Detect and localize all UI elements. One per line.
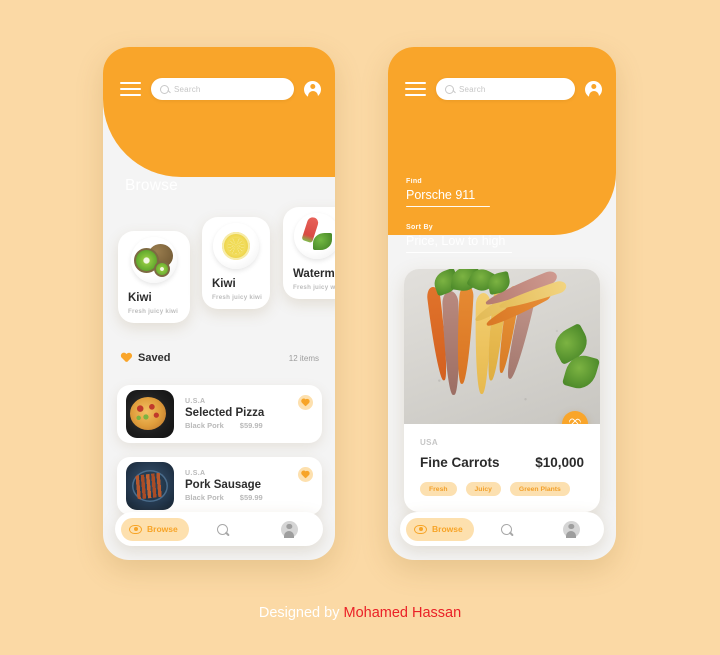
item-price: $59.99 — [239, 421, 263, 430]
category-name: Kiwi — [212, 278, 236, 290]
browse-topbar: Search — [120, 78, 321, 100]
designer-credit: Designed by Mohamed Hassan — [0, 605, 720, 621]
search-placeholder: Search — [459, 84, 486, 94]
field-underline — [406, 206, 490, 208]
eye-browse-icon — [129, 524, 142, 534]
product-tag[interactable]: Fresh — [420, 482, 457, 496]
nav-browse-label: Browse — [147, 524, 178, 534]
favorite-button[interactable] — [298, 467, 313, 482]
category-card-kiwi[interactable]: Kiwi Fresh juicy kiwi — [118, 231, 190, 323]
category-subtitle: Fresh juicy kiwi — [212, 294, 263, 301]
nav-item-account[interactable] — [539, 520, 604, 538]
phone-browse-screen: Search Browse Kiwi Fresh juicy kiwi Kiwi… — [103, 47, 335, 560]
product-title: Fine Carrots — [420, 455, 500, 470]
nav-item-browse[interactable]: Browse — [121, 517, 189, 541]
search-icon — [445, 84, 454, 94]
hamburger-icon[interactable] — [405, 81, 426, 97]
bottom-navigation: Browse — [400, 512, 604, 546]
saved-count: 12 items — [288, 353, 319, 363]
product-tag[interactable]: Green Plants — [509, 482, 570, 496]
page-title: Browse — [125, 177, 178, 194]
plate-shape — [213, 223, 259, 269]
credit-prefix: Designed by — [258, 605, 344, 621]
find-field[interactable]: Find Porsche 911 — [406, 178, 490, 208]
product-origin: USA — [420, 438, 438, 447]
sort-by-field-value: Price, Low to high — [406, 234, 506, 248]
product-tag-list: Fresh Juicy Green Plants — [420, 482, 584, 496]
item-origin: U.S.A — [185, 470, 206, 477]
category-card-row: Kiwi Fresh juicy kiwi Kiwi Fresh juicy k… — [103, 207, 335, 323]
item-title: Pork Sausage — [185, 479, 262, 491]
item-meta: Black Pork $59.99 — [185, 493, 313, 502]
sausage-image — [126, 462, 174, 510]
category-name: Kiwi — [128, 292, 152, 304]
saved-items-list: U.S.A Selected Pizza Black Pork $59.99 U… — [117, 385, 322, 529]
favorite-button[interactable] — [298, 395, 313, 410]
nav-item-browse[interactable]: Browse — [406, 517, 474, 541]
account-icon — [280, 520, 298, 538]
plate-shape — [131, 237, 177, 283]
credit-name: Mohamed Hassan — [343, 605, 462, 621]
category-name: Watermelon — [293, 268, 335, 280]
list-item[interactable]: U.S.A Selected Pizza Black Pork $59.99 — [117, 385, 322, 443]
bottom-navigation: Browse — [115, 512, 323, 546]
product-details: USA Fine Carrots $10,000 Fresh Juicy Gre… — [404, 424, 600, 512]
saved-label: Saved — [138, 352, 171, 364]
category-subtitle: Fresh juicy kiwi — [128, 308, 179, 315]
phone-detail-screen: Search Find Porsche 911 Sort By Price, L… — [388, 47, 616, 560]
nav-item-account[interactable] — [256, 520, 323, 538]
item-origin: U.S.A — [185, 398, 206, 405]
list-item-text: U.S.A Selected Pizza Black Pork $59.99 — [185, 398, 313, 430]
sort-by-field[interactable]: Sort By Price, Low to high — [406, 224, 512, 254]
account-icon[interactable] — [585, 80, 602, 98]
item-title: Selected Pizza — [185, 407, 265, 419]
heart-filled-icon — [301, 399, 309, 406]
lemon-slice-image — [202, 217, 270, 275]
watermelon-image — [283, 207, 335, 265]
item-category: Black Pork — [185, 421, 224, 430]
product-tag[interactable]: Juicy — [465, 482, 501, 496]
hamburger-icon[interactable] — [120, 81, 141, 97]
heart-filled-icon — [121, 353, 132, 363]
item-category: Black Pork — [185, 493, 224, 502]
product-price: $10,000 — [535, 455, 584, 470]
kiwi-fruit-image — [118, 231, 190, 289]
product-title-price-row: Fine Carrots $10,000 — [420, 455, 584, 470]
find-field-label: Find — [406, 178, 422, 185]
find-field-value: Porsche 911 — [406, 188, 476, 202]
browse-header-panel — [103, 47, 335, 177]
search-icon — [216, 523, 228, 535]
pizza-image — [126, 390, 174, 438]
carrots-image — [404, 269, 600, 424]
search-input[interactable]: Search — [151, 78, 294, 100]
category-card-watermelon[interactable]: Watermelon Fresh juicy wa — [283, 207, 335, 299]
product-card[interactable]: USA Fine Carrots $10,000 Fresh Juicy Gre… — [404, 269, 600, 512]
sort-by-field-label: Sort By — [406, 224, 433, 231]
heart-filled-icon — [301, 471, 309, 478]
item-price: $59.99 — [239, 493, 263, 502]
item-meta: Black Pork $59.99 — [185, 421, 313, 430]
category-card-lemon[interactable]: Kiwi Fresh juicy kiwi — [202, 217, 270, 309]
detail-topbar: Search — [405, 78, 602, 100]
nav-browse-label: Browse — [432, 524, 463, 534]
list-item-text: U.S.A Pork Sausage Black Pork $59.99 — [185, 470, 313, 502]
search-icon — [160, 84, 169, 94]
nav-item-search[interactable] — [474, 523, 539, 535]
search-input[interactable]: Search — [436, 78, 575, 100]
search-icon — [500, 523, 512, 535]
nav-item-search[interactable] — [189, 523, 256, 535]
category-subtitle: Fresh juicy wa — [293, 284, 335, 291]
field-underline — [406, 252, 512, 254]
list-item[interactable]: U.S.A Pork Sausage Black Pork $59.99 — [117, 457, 322, 515]
plate-shape — [294, 213, 335, 259]
eye-browse-icon — [414, 524, 427, 534]
heart-outline-icon — [570, 419, 581, 424]
account-icon — [562, 520, 580, 538]
saved-section-header: Saved 12 items — [121, 352, 319, 364]
account-icon[interactable] — [304, 80, 321, 98]
search-placeholder: Search — [174, 84, 201, 94]
mockup-stage: Search Browse Kiwi Fresh juicy kiwi Kiwi… — [0, 0, 720, 655]
